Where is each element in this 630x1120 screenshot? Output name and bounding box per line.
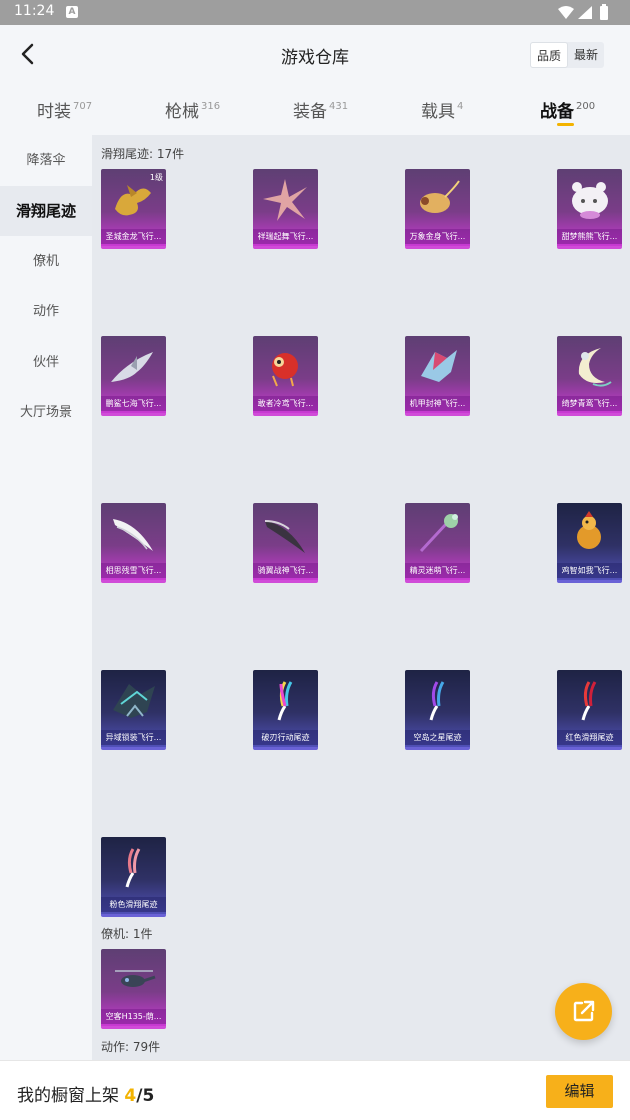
item-name: 机甲封神飞行... <box>405 396 470 411</box>
item-name: 空岛之星尾迹 <box>405 730 470 745</box>
item-card[interactable]: 机甲封神飞行... <box>405 336 470 416</box>
item-artwork <box>572 182 608 219</box>
showcase-bar: 我的橱窗上架 4/5 编辑 <box>0 1060 630 1120</box>
item-name: 敢者冷鸢飞行... <box>253 396 318 411</box>
item-artwork <box>419 514 458 553</box>
item-artwork <box>421 350 457 382</box>
item-name: 相思残雪飞行... <box>101 563 166 578</box>
sidebar: 降落伞 滑翔尾迹 僚机 动作 伙伴 大厅场景 <box>0 135 92 1060</box>
external-link-icon <box>573 1000 595 1022</box>
item-card[interactable]: 骑翼战神飞行... <box>253 503 318 583</box>
tab-count: 200 <box>576 101 596 112</box>
item-card[interactable]: 破刃行动尾迹 <box>253 670 318 750</box>
showcase-label: 我的橱窗上架 4/5 <box>17 1086 155 1106</box>
app-notification-icon: A <box>66 6 78 18</box>
item-card[interactable]: 甜梦熊熊飞行... <box>557 169 622 249</box>
item-name: 异域锁装飞行... <box>101 730 166 745</box>
showcase-count: 4 <box>124 1086 137 1106</box>
header: 游戏仓库 品质 最新 <box>0 25 630 85</box>
sidebar-item-glide-trail[interactable]: 滑翔尾迹 <box>0 186 92 236</box>
item-artwork <box>115 970 156 987</box>
item-artwork <box>577 511 601 549</box>
item-name: 红色滑翔尾迹 <box>557 730 622 745</box>
active-tab-indicator <box>557 123 574 126</box>
tab-vehicles[interactable]: 载具 4 <box>421 97 463 122</box>
item-artwork <box>111 352 153 382</box>
system-status-icons <box>558 4 608 20</box>
signal-icon <box>578 6 592 19</box>
tab-count: 316 <box>201 101 221 112</box>
item-name: 骑翼战神飞行... <box>253 563 318 578</box>
sidebar-item-lobby-scene[interactable]: 大厅场景 <box>0 388 92 438</box>
item-level-badge: 1级 <box>149 173 163 182</box>
battery-icon <box>600 6 608 20</box>
status-time: 11:24 <box>14 3 55 19</box>
share-fab-button[interactable] <box>555 983 612 1040</box>
item-card[interactable]: 精灵迷萌飞行... <box>405 503 470 583</box>
item-artwork <box>125 848 141 888</box>
item-card[interactable]: 空客H135-荫... <box>101 949 166 1029</box>
item-name: 鸡智如我飞行... <box>557 563 622 578</box>
sidebar-item-wingman[interactable]: 僚机 <box>0 237 92 287</box>
item-card[interactable]: 异域锁装飞行... <box>101 670 166 750</box>
item-name: 破刃行动尾迹 <box>253 730 318 745</box>
item-card[interactable]: 相思残雪飞行... <box>101 503 166 583</box>
sidebar-item-companion[interactable]: 伙伴 <box>0 338 92 388</box>
item-grid: 滑翔尾迹: 17件 1级圣城金龙飞行... 祥瑞起舞飞行... 万象金身飞行... 甜… <box>92 135 630 1060</box>
tab-equipment[interactable]: 装备 431 <box>293 97 348 122</box>
item-card[interactable]: 万象金身飞行... <box>405 169 470 249</box>
item-artwork <box>277 681 293 721</box>
category-tabs: 时装 707 枪械 316 装备 431 载具 4 战备 200 <box>0 85 630 135</box>
item-name: 绮梦青鸾飞行... <box>557 396 622 411</box>
item-name: 祥瑞起舞飞行... <box>253 229 318 244</box>
item-artwork <box>264 520 305 553</box>
sidebar-item-action[interactable]: 动作 <box>0 287 92 337</box>
item-artwork <box>578 348 612 387</box>
item-artwork <box>429 681 445 721</box>
item-artwork <box>581 681 597 721</box>
item-name: 圣城金龙飞行... <box>101 229 166 244</box>
item-card[interactable]: 空岛之星尾迹 <box>405 670 470 750</box>
item-card[interactable]: 鸡智如我飞行... <box>557 503 622 583</box>
sort-toggle: 品质 最新 <box>530 42 604 68</box>
item-card[interactable]: 祥瑞起舞飞行... <box>253 169 318 249</box>
tab-count: 707 <box>73 101 93 112</box>
section-title-wingman: 僚机: 1件 <box>101 927 153 941</box>
item-artwork <box>420 180 460 213</box>
tab-count: 431 <box>329 101 349 112</box>
tab-count: 4 <box>457 101 464 112</box>
item-artwork <box>272 353 298 387</box>
item-artwork <box>263 179 307 221</box>
item-name: 万象金身飞行... <box>405 229 470 244</box>
item-name: 甜梦熊熊飞行... <box>557 229 622 244</box>
item-card[interactable]: 鹏鲨七海飞行... <box>101 336 166 416</box>
status-bar: 11:24 A <box>0 0 630 25</box>
item-artwork <box>113 684 155 718</box>
item-card[interactable]: 红色滑翔尾迹 <box>557 670 622 750</box>
sort-quality-option[interactable]: 品质 <box>530 42 568 68</box>
tab-fashion[interactable]: 时装 707 <box>37 97 92 122</box>
tab-combat-gear[interactable]: 战备 200 <box>540 97 595 122</box>
item-card[interactable]: 绮梦青鸾飞行... <box>557 336 622 416</box>
item-name: 精灵迷萌飞行... <box>405 563 470 578</box>
sidebar-item-parachute[interactable]: 降落伞 <box>0 136 92 186</box>
item-name: 鹏鲨七海飞行... <box>101 396 166 411</box>
item-card[interactable]: 敢者冷鸢飞行... <box>253 336 318 416</box>
section-title-action: 动作: 79件 <box>101 1040 161 1054</box>
item-artwork <box>113 519 153 551</box>
wifi-icon <box>558 6 574 19</box>
tab-weapons[interactable]: 枪械 316 <box>165 97 220 122</box>
item-card[interactable]: 1级圣城金龙飞行... <box>101 169 166 249</box>
item-name: 空客H135-荫... <box>101 1009 166 1024</box>
edit-button[interactable]: 编辑 <box>546 1075 613 1108</box>
item-name: 粉色滑翔尾迹 <box>101 897 166 912</box>
sort-newest-option[interactable]: 最新 <box>568 42 604 68</box>
showcase-total: /5 <box>136 1086 155 1106</box>
section-title-glide-trail: 滑翔尾迹: 17件 <box>101 147 185 161</box>
item-card[interactable]: 粉色滑翔尾迹 <box>101 837 166 917</box>
